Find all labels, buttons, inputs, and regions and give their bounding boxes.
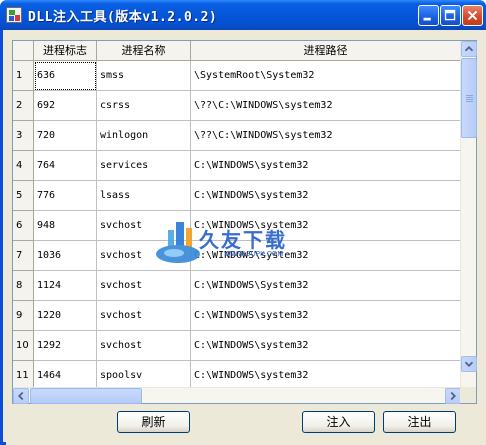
app-icon — [6, 7, 22, 23]
table-row[interactable]: 1 636 smss \SystemRoot\System32 — [13, 61, 461, 91]
cell-process-path[interactable]: \??\C:\WINDOWS\system32 — [191, 91, 461, 121]
table-row[interactable]: 2 692 csrss \??\C:\WINDOWS\system32 — [13, 91, 461, 121]
cell-pid[interactable]: 948 — [34, 211, 97, 241]
row-number[interactable]: 9 — [13, 301, 34, 331]
cell-process-path[interactable]: \??\C:\WINDOWS\system32 — [191, 121, 461, 151]
table-row[interactable]: 3 720 winlogon \??\C:\WINDOWS\system32 — [13, 121, 461, 151]
row-number[interactable]: 2 — [13, 91, 34, 121]
row-number[interactable]: 7 — [13, 241, 34, 271]
cell-process-name[interactable]: svchost — [97, 271, 191, 301]
cell-pid[interactable]: 1036 — [34, 241, 97, 271]
cell-process-name[interactable]: smss — [97, 61, 191, 91]
minimize-icon — [423, 17, 431, 21]
arrow-up-icon — [464, 46, 474, 52]
window-title: DLL注入工具(版本v1.2.0.2) — [28, 10, 218, 25]
column-header-name[interactable]: 进程名称 — [97, 41, 191, 61]
main-window: DLL注入工具(版本v1.2.0.2) 进程标志 进程名称 进程路径 1 636… — [0, 0, 486, 445]
watermark-icon — [156, 222, 200, 263]
minimize-button[interactable] — [418, 5, 439, 26]
horizontal-scroll-thumb[interactable] — [30, 388, 142, 404]
cell-pid[interactable]: 764 — [34, 151, 97, 181]
cell-process-path[interactable]: C:\WINDOWS\system32 — [191, 151, 461, 181]
cell-process-path[interactable]: C:\WINDOWS\system32 — [191, 361, 461, 389]
column-header-path[interactable]: 进程路径 — [191, 41, 461, 61]
refresh-button[interactable]: 刷新 — [117, 411, 190, 433]
cell-process-path[interactable]: C:\WINDOWS\system32 — [191, 181, 461, 211]
cell-process-name[interactable]: winlogon — [97, 121, 191, 151]
header-corner — [13, 41, 34, 61]
row-number[interactable]: 3 — [13, 121, 34, 151]
cell-process-name[interactable]: svchost — [97, 331, 191, 361]
scroll-down-button[interactable] — [461, 356, 477, 372]
maximize-icon — [444, 9, 456, 21]
arrow-right-icon — [450, 391, 456, 401]
table-row[interactable]: 10 1292 svchost C:\WINDOWS\system32 — [13, 331, 461, 361]
vertical-scroll-thumb[interactable] — [461, 58, 477, 138]
scrollbar-corner — [460, 387, 476, 403]
cell-pid[interactable]: 692 — [34, 91, 97, 121]
row-number[interactable]: 4 — [13, 151, 34, 181]
eject-button[interactable]: 注出 — [383, 411, 456, 433]
grid-viewport: 进程标志 进程名称 进程路径 1 636 smss \SystemRoot\Syste… — [13, 41, 461, 389]
scroll-right-button[interactable] — [445, 388, 461, 404]
title-bar[interactable]: DLL注入工具(版本v1.2.0.2) — [0, 0, 486, 30]
cell-process-name[interactable]: services — [97, 151, 191, 181]
table-row[interactable]: 4 764 services C:\WINDOWS\system32 — [13, 151, 461, 181]
close-icon — [467, 10, 478, 21]
cell-process-path[interactable]: \SystemRoot\System32 — [191, 61, 461, 91]
watermark-text: 久友下载 — [199, 228, 287, 252]
table-row[interactable]: 9 1220 svchost C:\WINDOWS\system32 — [13, 301, 461, 331]
cell-process-name[interactable]: spoolsv — [97, 361, 191, 389]
cell-process-name[interactable]: csrss — [97, 91, 191, 121]
cell-pid[interactable]: 1220 — [34, 301, 97, 331]
cell-process-path[interactable]: C:\WINDOWS\system32 — [191, 301, 461, 331]
cell-process-path[interactable]: C:\WINDOWS\system32 — [191, 331, 461, 361]
scroll-up-button[interactable] — [461, 41, 477, 57]
cell-pid[interactable]: 636 — [34, 61, 97, 91]
row-number[interactable]: 10 — [13, 331, 34, 361]
close-button[interactable] — [462, 5, 483, 26]
client-area: 进程标志 进程名称 进程路径 1 636 smss \SystemRoot\Syste… — [6, 30, 486, 445]
row-number[interactable]: 8 — [13, 271, 34, 301]
cell-pid[interactable]: 1124 — [34, 271, 97, 301]
row-number[interactable]: 5 — [13, 181, 34, 211]
arrow-left-icon — [18, 391, 24, 401]
cell-pid[interactable]: 1292 — [34, 331, 97, 361]
maximize-button[interactable] — [440, 5, 461, 26]
row-number[interactable]: 1 — [13, 61, 34, 91]
row-number[interactable]: 6 — [13, 211, 34, 241]
row-number[interactable]: 11 — [13, 361, 34, 389]
table-row[interactable]: 8 1124 svchost C:\WINDOWS\System32 — [13, 271, 461, 301]
grid-header: 进程标志 进程名称 进程路径 — [13, 41, 461, 61]
table-row[interactable]: 11 1464 spoolsv C:\WINDOWS\system32 — [13, 361, 461, 389]
column-header-pid[interactable]: 进程标志 — [34, 41, 97, 61]
cell-process-name[interactable]: lsass — [97, 181, 191, 211]
cell-pid[interactable]: 776 — [34, 181, 97, 211]
inject-button[interactable]: 注入 — [302, 411, 375, 433]
watermark-logo: 久友下载 WWW.9UPK.COM — [154, 220, 354, 270]
scroll-left-button[interactable] — [13, 388, 29, 404]
cell-process-name[interactable]: svchost — [97, 301, 191, 331]
watermark-subtext: WWW.9UPK.COM — [224, 250, 284, 258]
vertical-scrollbar[interactable] — [460, 41, 477, 389]
table-row[interactable]: 5 776 lsass C:\WINDOWS\system32 — [13, 181, 461, 211]
cell-pid[interactable]: 1464 — [34, 361, 97, 389]
cell-pid[interactable]: 720 — [34, 121, 97, 151]
cell-process-path[interactable]: C:\WINDOWS\System32 — [191, 271, 461, 301]
horizontal-scrollbar[interactable] — [13, 387, 461, 404]
arrow-down-icon — [464, 361, 474, 367]
